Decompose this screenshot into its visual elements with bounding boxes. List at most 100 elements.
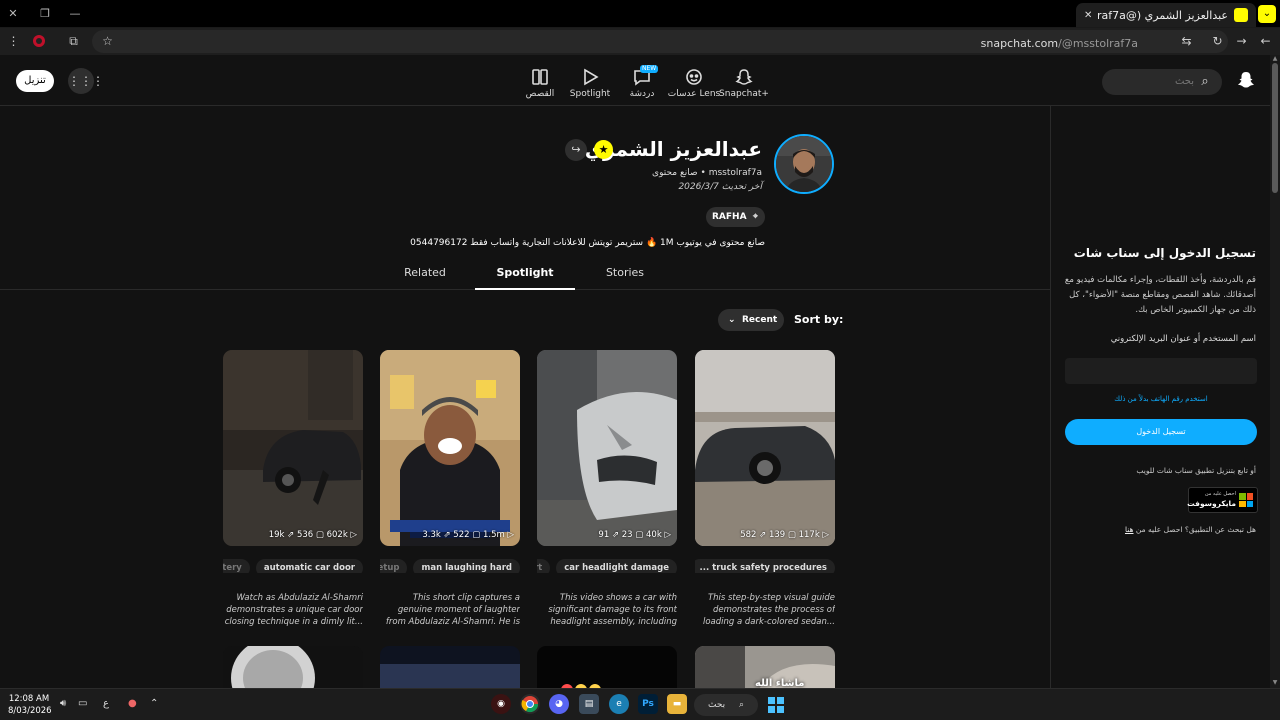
tag-chip[interactable]: alert [537,559,551,573]
site-settings-icon[interactable]: ⇆ [1177,32,1196,51]
tag-chip[interactable]: car headlight damage [556,559,677,573]
tab-search-icon[interactable]: ⌄ [1258,5,1276,23]
network-icon[interactable]: ▭ [78,698,87,709]
card-thumbnail [223,350,363,546]
card-tags: truck safety procedures ... [695,555,835,573]
search-input[interactable]: بحث ⌕ [1102,69,1222,95]
tab-spotlight[interactable]: Spotlight [475,266,575,279]
extensions-icon[interactable]: ⧉ [64,32,83,51]
username-label: اسم المستخدم أو عنوان البريد الإلكتروني [1110,334,1256,344]
tab-related[interactable]: Related [375,266,475,279]
nav-snapchat-plus-label: Snapchat+ [719,89,769,99]
microsoft-store-badge[interactable]: احصل عليه من مايكروسوفت [1187,487,1258,513]
url-path: /@msstolraf7a [1058,37,1138,50]
scrollbar-thumb[interactable] [1272,63,1278,193]
back-icon[interactable]: ← [1256,32,1275,51]
tab-close-icon[interactable]: ✕ [1084,10,1092,21]
snapchat-ghost-logo[interactable] [1236,70,1256,90]
address-bar[interactable]: ☆ snapchat.com/@msstolraf7a ⇆ [92,30,1228,53]
discord-app-icon[interactable]: ◕ [549,694,569,714]
spotlight-card[interactable]: ماشاء الله [695,646,835,688]
profile-role: صانع محتوى [652,168,698,178]
sort-dropdown[interactable]: ⌄ Recent [718,309,784,331]
card-thumbnail [695,350,835,546]
app-help-label: هل تبحث عن التطبيق؟ احصل عليه من [1135,525,1256,534]
share-profile-icon[interactable]: ↪ [565,139,587,161]
reload-icon[interactable]: ↻ [1208,32,1227,51]
spotlight-card[interactable]: 582 ⇗ 139 ▢ 117k ▷ [695,350,835,546]
location-pin-icon: ⌖ [752,212,758,222]
spotlight-card[interactable] [380,646,520,688]
windows-taskbar: 12:08 AM 8/03/2026 🔊︎ ▭ ع ● ⌃ ◉ ◕ ▤ e Ps… [0,688,1280,720]
profile-avatar[interactable] [774,134,834,194]
card-description: This video shows a car with significant … [548,593,677,627]
browser-tab[interactable]: عبدالعزيز الشمري (@msstolraf7a ✕ [1076,3,1256,27]
app-help-link[interactable]: هنا [1125,525,1134,534]
window-close-icon[interactable]: ✕ [2,3,24,25]
profile-avatar-icon[interactable] [29,32,48,51]
tab-title: عبدالعزيز الشمري (@msstolraf7a [1098,8,1228,22]
scroll-down-icon[interactable]: ▼ [1271,680,1279,686]
search-placeholder: بحث [1174,76,1194,87]
nav-spotlight[interactable]: Spotlight [560,67,620,103]
login-button[interactable]: تسجيل الدخول [1065,419,1257,445]
video-caption: ماشاء الله [755,678,805,688]
tag-chip[interactable]: man laughing hard [413,559,520,573]
tag-chip[interactable]: automatic car door [255,559,363,573]
scroll-up-icon[interactable]: ▲ [1271,56,1279,62]
chrome-app-icon[interactable] [520,694,540,714]
nav-chat[interactable]: NEW دردشة [612,65,672,103]
card-description: This step-by-step visual guide demonstra… [702,593,835,627]
nav-snapchat-plus[interactable]: Snapchat+ [714,67,774,103]
tag-chip[interactable]: truck safety procedures ... [695,559,835,573]
app-help-text: هل تبحث عن التطبيق؟ احصل عليه من هنا [1125,525,1256,534]
ms-badge-line1: احصل عليه من [1204,491,1236,497]
spotlight-card[interactable] [223,646,363,688]
meta-dot: • [697,168,706,178]
tray-overflow-icon[interactable]: ⌃ [150,698,158,709]
window-restore-icon[interactable]: ❐ [34,3,56,25]
page-scrollbar[interactable]: ▲ ▼ [1270,55,1280,688]
profile-tabs: Related Spotlight Stories [0,258,1050,290]
photoshop-app-icon[interactable]: Ps [638,694,658,714]
microphone-icon[interactable]: ● [128,698,137,709]
location-badge[interactable]: RAFHA ⌖ [706,207,765,227]
forward-icon[interactable]: → [1232,32,1251,51]
use-phone-link[interactable]: استخدم رقم الهاتف بدلاً من ذلك [1065,395,1257,403]
tag-chip[interactable]: setup [380,559,408,573]
card-tags: man laughing hard setup [380,555,520,573]
recorder-app-icon[interactable]: ◉ [491,694,511,714]
profile-handle: msstolraf7a [708,168,762,178]
spotlight-card[interactable] [537,646,677,688]
login-sidebar: تسجيل الدخول إلى سناب شات قم بالدردشة، و… [1050,106,1270,688]
spotlight-card[interactable]: 3.3k ⇗ 522 ▢ 1.5m ▷ [380,350,520,546]
spotlight-card[interactable]: 91 ⇗ 23 ▢ 40k ▷ [537,350,677,546]
tag-chip[interactable]: mystery [223,559,250,573]
taskbar-clock[interactable]: 12:08 AM 8/03/2026 [8,693,52,717]
spotlight-card[interactable]: 19k ⇗ 536 ▢ 602k ▷ [223,350,363,546]
card-thumbnail [223,646,363,688]
app-window-icon[interactable]: ▤ [579,694,599,714]
taskbar-search-label: بحث [708,700,726,710]
browser-menu-icon[interactable]: ⋮ [4,32,23,51]
edge-app-icon[interactable]: e [609,694,629,714]
url-text: snapchat.com/@msstolraf7a [981,37,1138,50]
username-field[interactable] [1065,358,1257,384]
card-tags: car headlight damage alert [537,555,677,573]
card-thumbnail [380,646,520,688]
windows-start-icon[interactable] [768,697,784,713]
volume-icon[interactable]: 🔊︎ [60,698,66,709]
web-app-text: أو تابع بتنزيل تطبيق سناب شات للويب [1136,466,1256,475]
window-minimize-icon[interactable]: — [64,3,86,25]
apps-grid-icon[interactable]: ⋮⋮⋮ [68,68,104,94]
clock-date: 8/03/2026 [8,706,52,716]
tab-stories[interactable]: Stories [575,266,675,279]
bookmark-star-icon[interactable]: ☆ [98,32,117,51]
file-explorer-icon[interactable]: ▬ [667,694,687,714]
chevron-down-icon: ⌄ [728,315,736,325]
input-language[interactable]: ع [103,698,109,709]
card-stats: 19k ⇗ 536 ▢ 602k ▷ [268,530,357,540]
download-button[interactable]: تنزيل [16,70,54,92]
microsoft-logo-icon [1239,493,1253,507]
taskbar-search[interactable]: بحث ⌕ [694,694,758,716]
